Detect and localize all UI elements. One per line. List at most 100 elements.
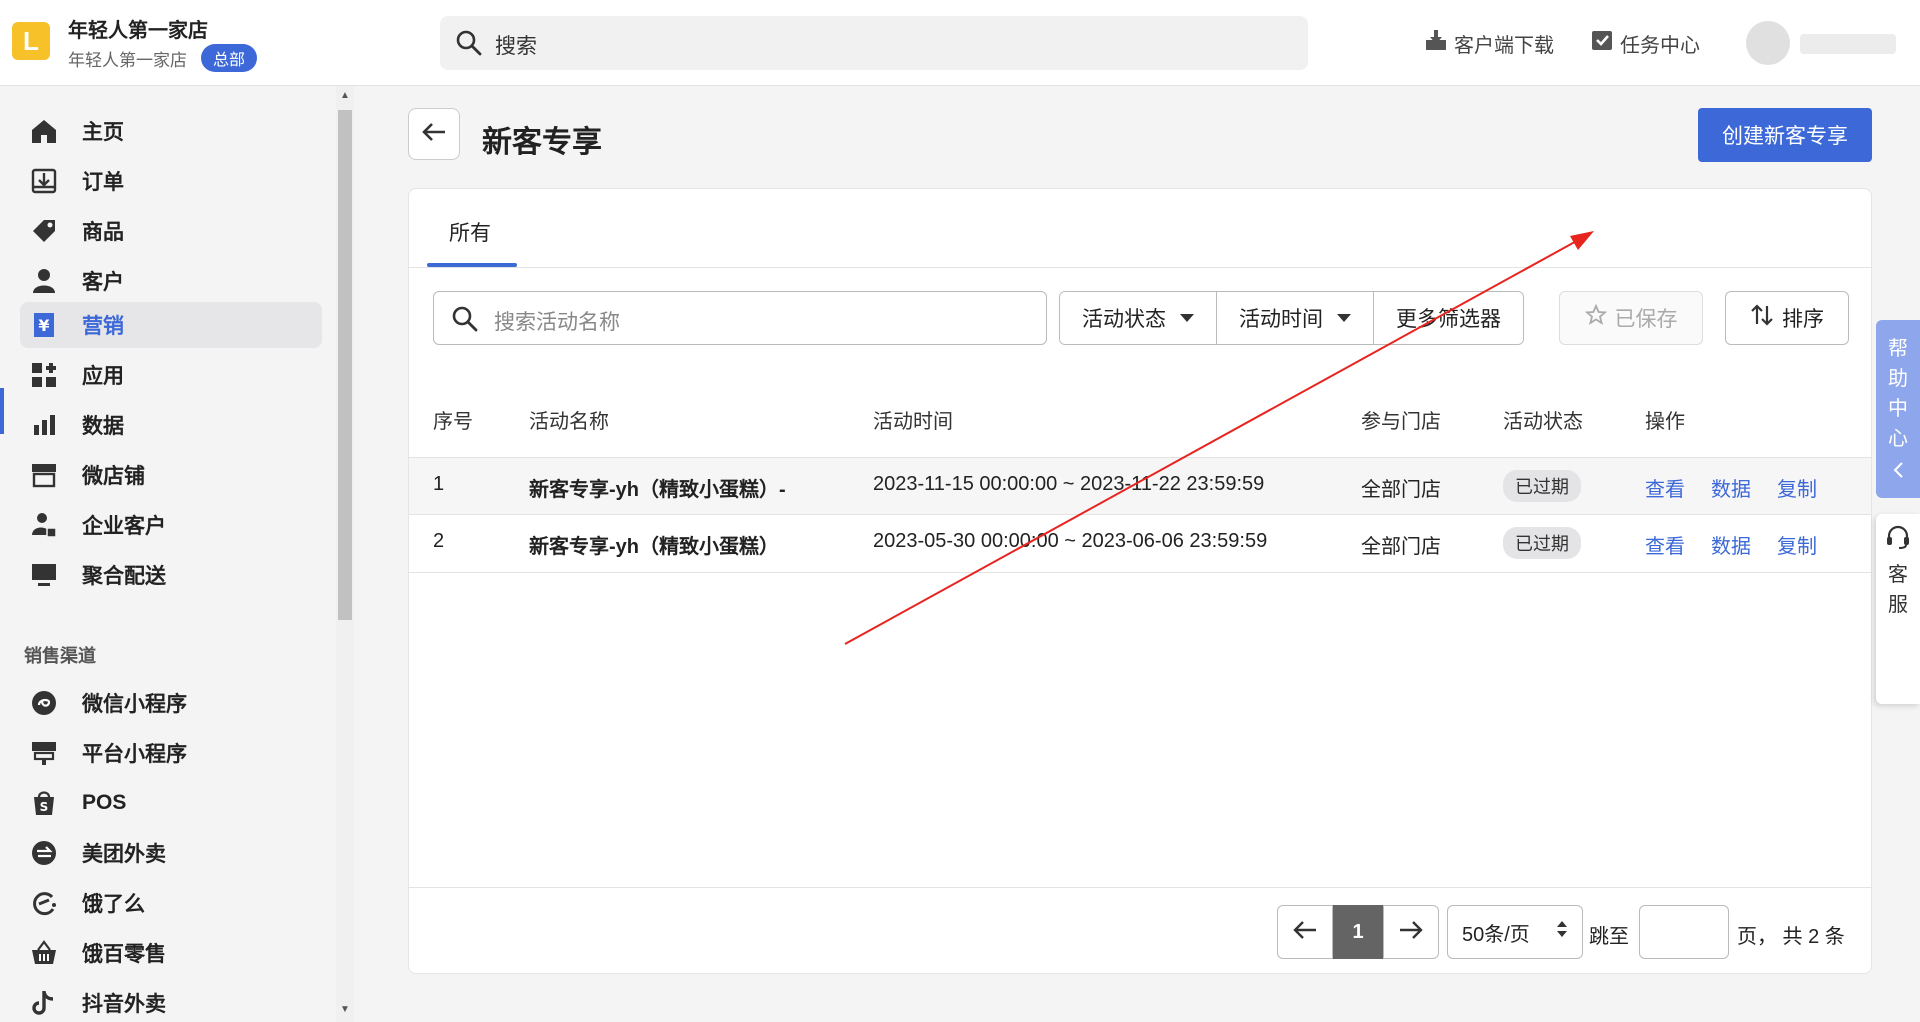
nav-marketing[interactable]: ¥ 营销 (20, 302, 322, 348)
up-down-caret-icon (1556, 919, 1568, 945)
client-download-link[interactable]: 客户端下载 (1424, 28, 1554, 58)
nav-customers[interactable]: 客户 (20, 258, 322, 304)
status-badge: 已过期 (1503, 470, 1581, 502)
sort-arrows-icon (1750, 303, 1774, 333)
nav-home[interactable]: 主页 (20, 108, 322, 154)
column-header-actions: 操作 (1645, 411, 1685, 433)
top-bar: L 年轻人第一家店 年轻人第一家店 总部 搜索 客户端下载 任务中心 (0, 0, 1920, 86)
view-link[interactable]: 查看 (1645, 473, 1685, 502)
store-name[interactable]: 年轻人第一家店 (68, 14, 208, 43)
row-activity-time: 2023-11-15 00:00:00 ~ 2023-11-22 23:59:5… (873, 473, 1265, 495)
nav-products[interactable]: 商品 (20, 208, 322, 254)
chevron-left-icon (1892, 458, 1904, 488)
activity-search-input[interactable]: 搜索活动名称 (433, 291, 1047, 345)
row-activity-name: 新客专享-yh（精致小蛋糕） (529, 536, 779, 558)
nav-wechat-mini-program[interactable]: 微信小程序 (20, 680, 322, 726)
caret-down-icon (1337, 314, 1351, 322)
tab-all[interactable]: 所有 (429, 217, 511, 247)
nav-delivery[interactable]: 聚合配送 (20, 552, 322, 598)
task-check-icon (1590, 28, 1614, 58)
copy-link[interactable]: 复制 (1777, 530, 1817, 559)
store-logo[interactable]: L (12, 22, 50, 60)
sort-button[interactable]: 排序 (1725, 291, 1849, 345)
nav-apps[interactable]: 应用 (20, 352, 322, 398)
arrow-left-icon (1292, 920, 1318, 945)
row-activity-time: 2023-05-30 00:00:00 ~ 2023-06-06 23:59:5… (873, 530, 1268, 552)
douyin-icon (28, 987, 60, 1019)
time-filter-dropdown[interactable]: 活动时间 (1217, 292, 1374, 344)
global-search-input[interactable]: 搜索 (440, 16, 1308, 70)
data-link[interactable]: 数据 (1711, 473, 1751, 502)
row-activity-name: 新客专享-yh（精致小蛋糕）- (529, 479, 786, 501)
nav-douyin-takeout[interactable]: 抖音外卖 (20, 980, 322, 1022)
nav-data[interactable]: 数据 (20, 402, 322, 448)
order-icon (28, 165, 60, 197)
row-stores: 全部门店 (1361, 536, 1441, 558)
tag-icon (28, 215, 60, 247)
username-redacted[interactable] (1800, 34, 1896, 54)
nav-micro-store[interactable]: 微店铺 (20, 452, 322, 498)
row-index: 1 (433, 473, 445, 495)
row-stores: 全部门店 (1361, 479, 1441, 501)
scroll-up-arrow-icon[interactable]: ▲ (340, 90, 350, 101)
nav-platform-mini-program[interactable]: 平台小程序 (20, 730, 322, 776)
global-search-placeholder: 搜索 (495, 35, 537, 58)
nav-ebai-retail[interactable]: 饿百零售 (20, 930, 322, 976)
headset-icon (1885, 524, 1911, 559)
create-new-customer-offer-button[interactable]: 创建新客专享 (1698, 108, 1872, 162)
data-link[interactable]: 数据 (1711, 530, 1751, 559)
sales-channels-title: 销售渠道 (24, 646, 96, 666)
view-link[interactable]: 查看 (1645, 530, 1685, 559)
platform-icon (28, 737, 60, 769)
nav-enterprise-customers[interactable]: 企业客户 (20, 502, 322, 548)
enterprise-icon (28, 509, 60, 541)
table-row[interactable]: 1 新客专享-yh（精致小蛋糕）- 2023-11-15 00:00:00 ~ … (409, 457, 1871, 515)
basket-icon (28, 937, 60, 969)
help-center-tab[interactable]: 帮 助 中 心 (1876, 320, 1920, 498)
status-badge: 已过期 (1503, 527, 1581, 559)
hq-badge: 总部 (201, 44, 258, 72)
previous-page-button[interactable] (1277, 905, 1333, 959)
column-header-index: 序号 (433, 411, 473, 433)
store-icon (28, 459, 60, 491)
jump-page-input[interactable] (1639, 905, 1729, 959)
task-center-link[interactable]: 任务中心 (1590, 28, 1700, 58)
jump-to-label: 跳至 (1589, 926, 1629, 948)
more-filters-button[interactable]: 更多筛选器 (1374, 292, 1523, 344)
home-icon (28, 115, 60, 147)
apps-icon (28, 359, 60, 391)
customer-service-tab[interactable]: 客 服 (1876, 514, 1920, 704)
status-filter-dropdown[interactable]: 活动状态 (1060, 292, 1217, 344)
active-indicator (0, 388, 4, 434)
svg-text:¥: ¥ (38, 316, 49, 335)
saved-filters-button[interactable]: 已保存 (1559, 291, 1703, 345)
user-avatar[interactable] (1746, 21, 1790, 65)
svg-text:S: S (40, 800, 49, 814)
column-header-stores: 参与门店 (1361, 411, 1441, 433)
table-row[interactable]: 2 新客专享-yh（精致小蛋糕） 2023-05-30 00:00:00 ~ 2… (409, 515, 1871, 573)
bar-chart-icon (28, 409, 60, 441)
next-page-button[interactable] (1383, 905, 1439, 959)
copy-link[interactable]: 复制 (1777, 473, 1817, 502)
footer-divider (409, 887, 1871, 888)
nav-pos[interactable]: S POS (20, 780, 322, 826)
meituan-icon (28, 837, 60, 869)
sidebar: 主页 订单 商品 客户 ¥ 营销 应用 数据 微店铺 企业客户 聚合配送 销售渠… (0, 86, 336, 1022)
sidebar-scrollbar-thumb[interactable] (338, 110, 352, 620)
page-title: 新客专享 (482, 126, 602, 159)
current-page-button[interactable]: 1 (1333, 905, 1383, 959)
arrow-right-icon (1398, 920, 1424, 945)
nav-orders[interactable]: 订单 (20, 158, 322, 204)
column-header-time: 活动时间 (873, 411, 953, 433)
row-index: 2 (433, 530, 445, 552)
page-size-select[interactable]: 50条/页 (1447, 905, 1583, 959)
filter-button-group: 活动状态 活动时间 更多筛选器 (1059, 291, 1524, 345)
arrow-left-icon (421, 121, 447, 148)
nav-eleme[interactable]: 饿了么 (20, 880, 322, 926)
back-button[interactable] (408, 108, 460, 160)
task-center-label: 任务中心 (1620, 34, 1700, 57)
nav-meituan[interactable]: 美团外卖 (20, 830, 322, 876)
tab-divider (409, 267, 1871, 268)
scroll-down-arrow-icon[interactable]: ▼ (340, 1004, 350, 1015)
mini-program-icon (28, 687, 60, 719)
